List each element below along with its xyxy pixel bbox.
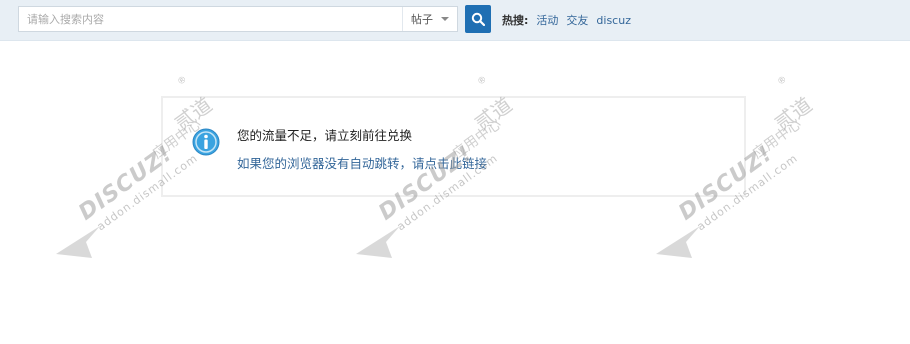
- search-input[interactable]: [19, 7, 402, 31]
- search-scope-label: 帖子: [411, 13, 433, 26]
- watermark-arrow-icon: [356, 226, 400, 258]
- hot-search-link[interactable]: 活动: [536, 12, 558, 28]
- search-box: 帖子: [18, 6, 458, 32]
- search-icon: [471, 12, 485, 26]
- message-box: [161, 96, 746, 197]
- message-text: 您的流量不足，请立刻前往兑换: [237, 128, 413, 143]
- hot-search-link[interactable]: discuz: [596, 14, 631, 27]
- watermark-reg: ®: [175, 74, 190, 88]
- hot-search-link[interactable]: 交友: [566, 12, 588, 28]
- watermark-reg: ®: [775, 74, 790, 88]
- watermark-reg: ®: [475, 74, 490, 88]
- top-search-bar: 帖子 热搜: 活动 交友 discuz: [0, 0, 910, 41]
- redirect-link[interactable]: 如果您的浏览器没有自动跳转，请点击此链接: [237, 153, 487, 172]
- info-icon: [192, 128, 220, 156]
- search-scope-select[interactable]: 帖子: [402, 7, 457, 31]
- watermark-arrow-icon: [656, 226, 700, 258]
- watermark-maker: 贰道: [770, 92, 817, 136]
- hot-search-label: 热搜:: [502, 14, 529, 27]
- search-button[interactable]: [465, 5, 491, 33]
- chevron-down-icon: [441, 17, 449, 21]
- watermark-app-center: 应用中心: [749, 116, 805, 163]
- watermark-arrow-icon: [56, 226, 100, 258]
- hot-search: 热搜: 活动 交友 discuz: [502, 12, 631, 28]
